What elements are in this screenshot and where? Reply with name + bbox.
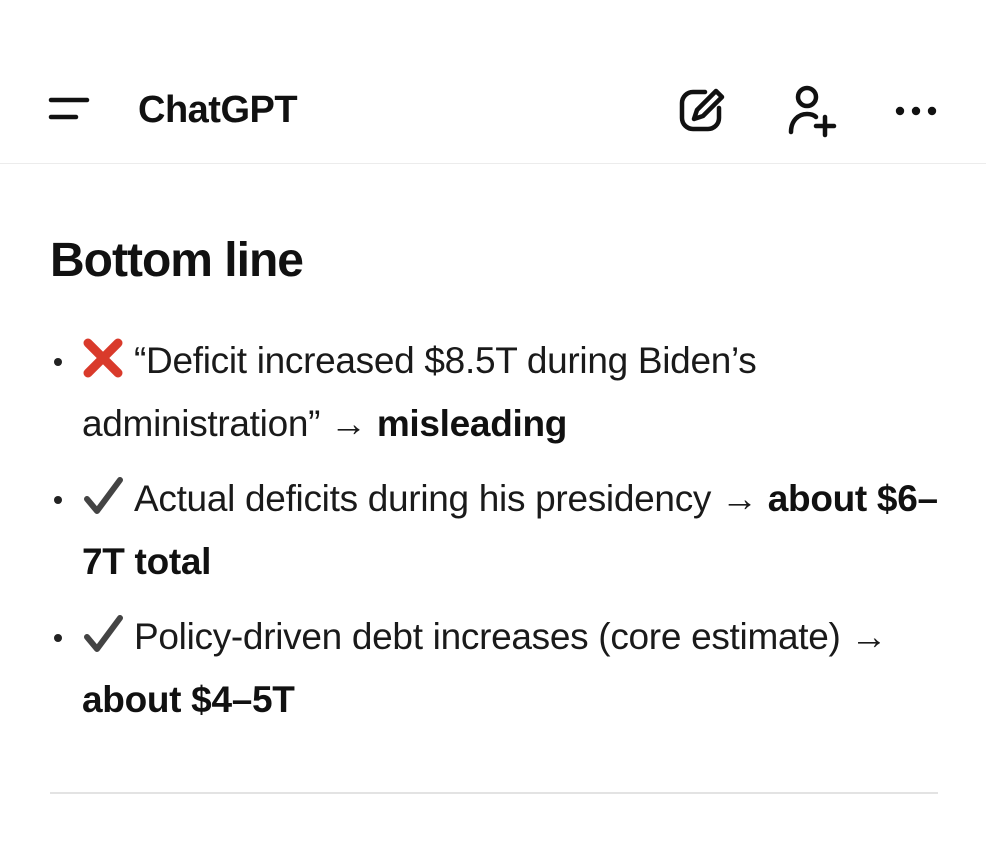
bullet-bold-text: about $4–5T	[82, 679, 295, 720]
add-person-icon	[788, 85, 837, 138]
sidebar-menu-button[interactable]	[40, 88, 98, 134]
bullet-text: Policy-driven debt increases (core estim…	[82, 608, 942, 728]
bullet-dot	[54, 496, 62, 504]
section-heading: Bottom line	[50, 234, 304, 287]
top-bar: ChatGPT	[0, 0, 986, 164]
check-mark-icon	[82, 475, 124, 533]
app-title: ChatGPT	[138, 89, 298, 131]
bullet-text: Actual deficits during his presidency → …	[82, 470, 942, 590]
check-mark-icon	[82, 613, 124, 671]
new-chat-button[interactable]	[672, 80, 732, 142]
bullet-plain-text: Actual deficits during his presidency →	[134, 478, 768, 519]
add-people-button[interactable]	[781, 80, 841, 142]
more-icon	[895, 106, 937, 116]
bullet-dot	[54, 358, 62, 366]
bullet-dot	[54, 634, 62, 642]
cross-mark-icon	[82, 337, 124, 395]
edit-icon	[679, 88, 725, 132]
bullet-bold-text: misleading	[376, 403, 568, 444]
menu-icon	[48, 97, 90, 120]
bullet-text: “Deficit increased $8.5T during Biden’s …	[82, 332, 942, 452]
chatgpt-app: ChatGPT Bottom line “Deficit increased $…	[0, 0, 986, 861]
divider	[50, 792, 938, 794]
more-options-button[interactable]	[886, 80, 946, 142]
bullet-plain-text: Policy-driven debt increases (core estim…	[134, 616, 888, 657]
